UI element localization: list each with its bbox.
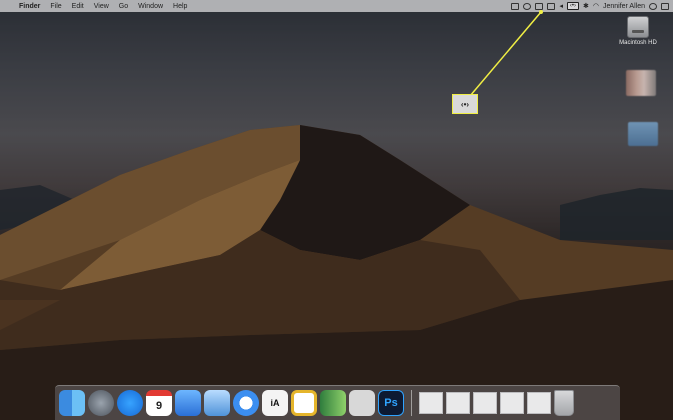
dock-document-4-icon[interactable] <box>500 392 524 414</box>
dock-document-3-icon[interactable] <box>473 392 497 414</box>
kindle-icon[interactable] <box>320 390 346 416</box>
menu-finder[interactable]: Finder <box>14 3 45 10</box>
calendar-icon[interactable]: 9 <box>146 390 172 416</box>
app-store-icon[interactable] <box>117 390 143 416</box>
photoshop-icon[interactable]: Ps <box>378 390 404 416</box>
menu-help[interactable]: Help <box>168 3 192 10</box>
dock: 9 iA Ps <box>55 385 620 420</box>
status-area: ◂ ‹•› ✱ ◠ Jennifer Allen <box>511 0 669 12</box>
desktop-background <box>0 0 673 420</box>
menu-edit[interactable]: Edit <box>67 3 89 10</box>
dock-document-5-icon[interactable] <box>527 392 551 414</box>
finder-icon[interactable] <box>59 390 85 416</box>
desktop-folder-thumbnail-2[interactable] <box>628 122 658 146</box>
safari-icon[interactable] <box>233 390 259 416</box>
menu-go[interactable]: Go <box>114 3 133 10</box>
menu-window[interactable]: Window <box>133 3 168 10</box>
volume-icon[interactable]: ◂ <box>559 2 563 10</box>
callout-sync-icon: ‹•› <box>460 99 470 109</box>
launchpad-icon[interactable] <box>88 390 114 416</box>
macintosh-hd[interactable]: Macintosh HD <box>616 16 660 46</box>
ia-writer-icon[interactable]: iA <box>262 390 288 416</box>
hard-drive-icon <box>627 16 649 38</box>
mail-icon[interactable] <box>547 2 556 10</box>
mail-app-icon[interactable] <box>175 390 201 416</box>
callout-highlight-box: ‹•› <box>452 94 478 114</box>
user-name[interactable]: Jennifer Allen <box>603 3 645 10</box>
dock-document-2-icon[interactable] <box>446 392 470 414</box>
menu-view[interactable]: View <box>89 3 114 10</box>
menu-bar: Finder File Edit View Go Window Help ◂ ‹… <box>0 0 673 12</box>
dunes-image <box>0 125 673 420</box>
cast-icon[interactable] <box>535 2 544 10</box>
script-editor-icon[interactable] <box>349 390 375 416</box>
bluetooth-icon[interactable]: ✱ <box>583 2 589 10</box>
macintosh-hd-label: Macintosh HD <box>619 40 657 46</box>
dropbox-icon[interactable] <box>511 2 520 10</box>
search-icon[interactable] <box>649 2 657 10</box>
wifi-icon[interactable]: ◠ <box>593 2 599 10</box>
screen-record-icon[interactable] <box>523 2 532 10</box>
dock-document-1-icon[interactable] <box>419 392 443 414</box>
control-center-icon[interactable] <box>661 2 669 10</box>
slack-icon[interactable] <box>291 390 317 416</box>
trash-icon[interactable] <box>554 390 574 416</box>
menu-sync-icon[interactable]: ‹•› <box>566 2 579 10</box>
preview-icon[interactable] <box>204 390 230 416</box>
desktop-file-thumbnail-1[interactable] <box>626 70 656 96</box>
menu-file[interactable]: File <box>45 3 66 10</box>
dock-separator <box>411 390 412 416</box>
